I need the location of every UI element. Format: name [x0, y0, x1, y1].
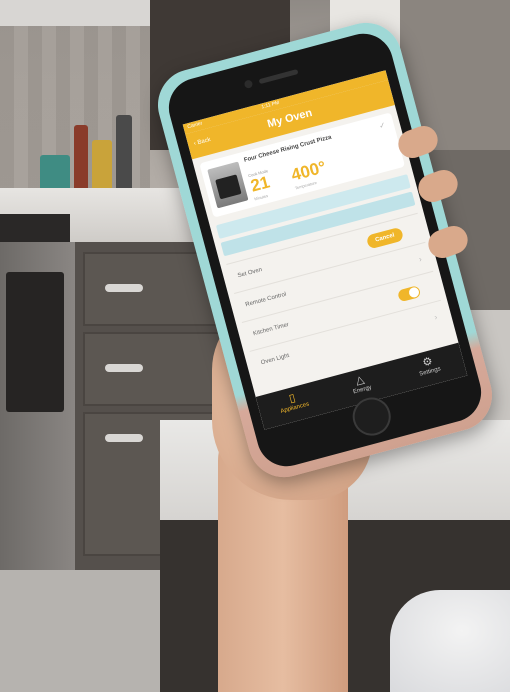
check-icon: ✓ — [377, 120, 387, 131]
drawer-handle — [105, 434, 143, 442]
carrier-label: Carrier — [186, 120, 204, 131]
row-label: Remote Control — [244, 291, 288, 309]
stove-top — [0, 214, 70, 242]
range-hood — [0, 0, 150, 26]
row-label: Oven Light — [260, 352, 290, 367]
tab-energy[interactable]: △ Energy — [329, 366, 392, 401]
drawer-handle — [105, 284, 143, 292]
oven-thumbnail — [207, 161, 249, 209]
kitchen-timer-toggle[interactable] — [397, 285, 422, 303]
oven-window — [6, 272, 64, 412]
drawer-handle — [105, 364, 143, 372]
camera-icon — [243, 79, 254, 90]
counter-items — [30, 100, 150, 195]
tab-settings[interactable]: ⚙ Settings — [397, 348, 460, 383]
cloth — [390, 590, 510, 692]
drawer — [83, 332, 227, 406]
tab-appliances[interactable]: ▯ Appliances — [262, 384, 325, 419]
chevron-right-icon: › — [433, 312, 439, 322]
chevron-right-icon: › — [417, 254, 423, 264]
kitchen-photo: Carrier 1:11 PM ‹ Back My Oven Four Chee… — [0, 0, 510, 692]
speaker-grille — [258, 69, 299, 85]
row-label: Kitchen Timer — [252, 322, 290, 338]
cancel-button[interactable]: Cancel — [365, 226, 405, 250]
row-label: Set Oven — [237, 267, 263, 280]
time-value: 21 — [248, 172, 272, 196]
oven-range — [0, 242, 75, 582]
